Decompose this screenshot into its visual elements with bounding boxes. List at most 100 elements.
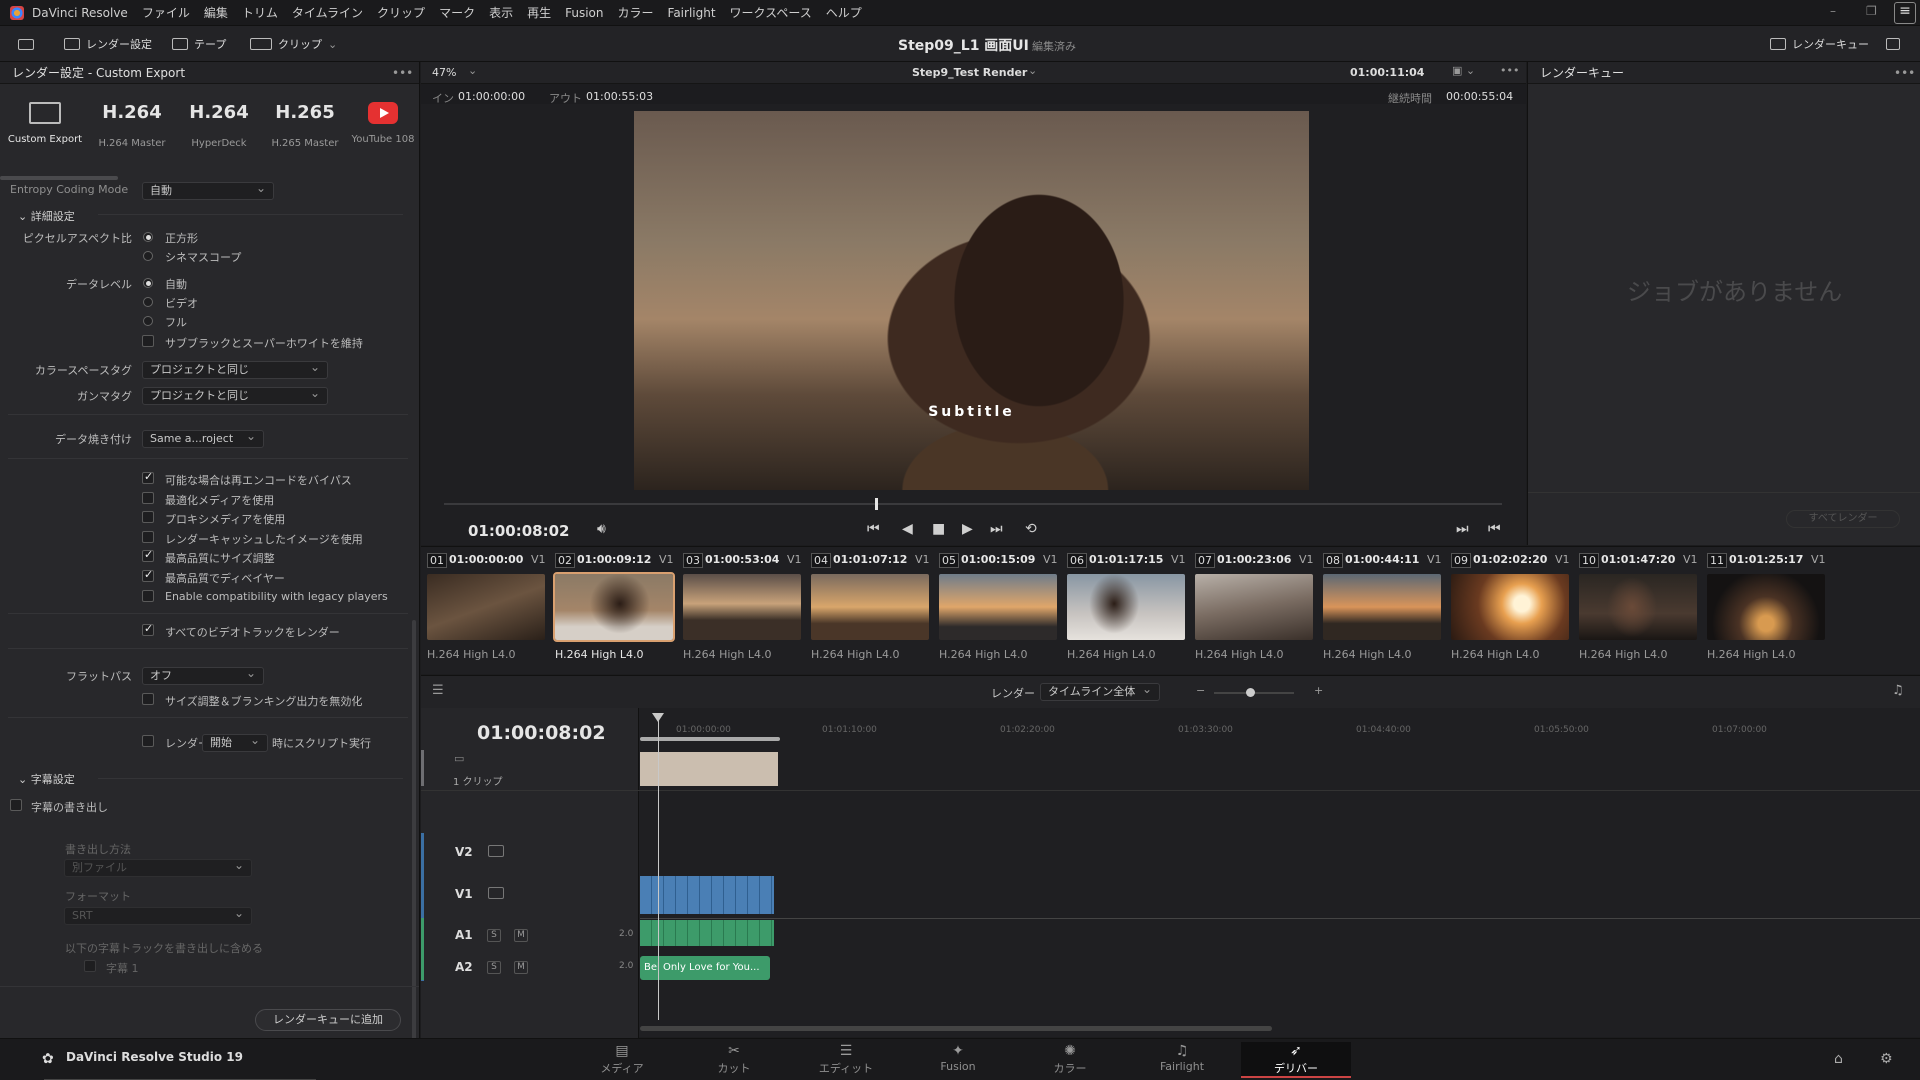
nav-fairlight[interactable]: ♫ Fairlight bbox=[1127, 1042, 1237, 1078]
export-subtitle-checkbox[interactable] bbox=[10, 799, 22, 811]
render-all-button[interactable]: すべてレンダー bbox=[1786, 510, 1900, 528]
entropy-dropdown[interactable]: 自動 bbox=[142, 182, 274, 200]
clip-thumbnail[interactable]: 10 01:01:47:20 V1 H.264 High L4.0 bbox=[1573, 547, 1698, 673]
chevron-down-icon[interactable]: ⌄ bbox=[1028, 64, 1037, 77]
go-to-start-icon[interactable]: ⏮ bbox=[867, 521, 880, 537]
go-to-end-icon[interactable]: ⏭ bbox=[990, 521, 1003, 537]
mute-button[interactable]: M bbox=[514, 961, 528, 974]
tape-button[interactable]: テープ bbox=[172, 34, 226, 54]
render-all-tracks-checkbox[interactable] bbox=[142, 622, 154, 636]
radio-full[interactable] bbox=[143, 316, 153, 326]
monitor-icon[interactable] bbox=[18, 34, 34, 54]
mark-in-icon[interactable]: ⏭ bbox=[1456, 521, 1469, 537]
audio-icon[interactable]: ♫ bbox=[1892, 683, 1904, 698]
nav-cut[interactable]: ✂ カット bbox=[679, 1042, 789, 1078]
mute-button[interactable]: M bbox=[514, 929, 528, 942]
menu-mark[interactable]: マーク bbox=[439, 4, 475, 21]
a1-clips[interactable] bbox=[640, 920, 774, 946]
menu-file[interactable]: ファイル bbox=[142, 4, 190, 21]
nav-edit[interactable]: ☰ エディット bbox=[791, 1042, 901, 1078]
gamma-tag-dropdown[interactable]: プロジェクトと同じ bbox=[142, 387, 328, 405]
panel-scrollbar[interactable] bbox=[412, 620, 416, 1038]
menu-playback[interactable]: 再生 bbox=[527, 4, 551, 21]
render-trigger-dropdown[interactable]: 開始 bbox=[202, 734, 268, 752]
timeline-name[interactable]: Step9_Test Render bbox=[912, 66, 1027, 79]
advanced-section-header[interactable]: ⌄ 詳細設定 bbox=[18, 208, 75, 224]
playhead[interactable] bbox=[658, 715, 659, 1020]
preset-youtube[interactable]: YouTube 108 bbox=[348, 98, 418, 145]
proxy-media-checkbox[interactable] bbox=[142, 511, 154, 523]
subtitle-track-clip[interactable] bbox=[640, 752, 778, 786]
export-method-dropdown[interactable]: 別ファイル bbox=[64, 859, 252, 877]
timeline-scrollbar[interactable] bbox=[640, 1026, 1272, 1031]
loop-icon[interactable]: ⟲ bbox=[1025, 521, 1037, 537]
clip-thumbnail[interactable]: 07 01:00:23:06 V1 H.264 High L4.0 bbox=[1189, 547, 1314, 673]
subtitle-track-checkbox[interactable] bbox=[84, 960, 96, 972]
render-scope-dropdown[interactable]: タイムライン全体 bbox=[1040, 683, 1160, 701]
preset-custom-export[interactable]: Custom Export bbox=[2, 98, 88, 145]
play-icon[interactable]: ▶ bbox=[962, 521, 973, 537]
restore-icon[interactable]: ❐ bbox=[1866, 4, 1877, 18]
radio-auto[interactable] bbox=[143, 278, 153, 288]
timeline-options-icon[interactable]: ☰ bbox=[432, 683, 444, 698]
nav-deliver[interactable]: ➶ デリバー bbox=[1241, 1042, 1351, 1078]
clip-thumbnail[interactable]: 03 01:00:53:04 V1 H.264 High L4.0 bbox=[677, 547, 802, 673]
menu-fairlight[interactable]: Fairlight bbox=[668, 6, 716, 20]
menu-app-name[interactable]: DaVinci Resolve bbox=[32, 6, 128, 20]
menu-edit[interactable]: 編集 bbox=[204, 4, 228, 21]
bypass-reencode-checkbox[interactable] bbox=[142, 470, 154, 484]
video-preview[interactable]: Subtitle bbox=[634, 111, 1309, 490]
volume-icon[interactable]: 🔊︎ bbox=[597, 521, 606, 537]
script-checkbox[interactable] bbox=[142, 735, 154, 747]
menu-workspace[interactable]: ワークスペース bbox=[730, 4, 812, 21]
clip-thumbnail[interactable]: 04 01:01:07:12 V1 H.264 High L4.0 bbox=[805, 547, 930, 673]
disable-sizing-checkbox[interactable] bbox=[142, 693, 154, 705]
scrubber-playhead[interactable] bbox=[875, 498, 878, 510]
menu-timeline[interactable]: タイムライン bbox=[292, 4, 363, 21]
legacy-players-checkbox[interactable] bbox=[142, 590, 154, 602]
optimized-media-checkbox[interactable] bbox=[142, 492, 154, 504]
preset-h265-master[interactable]: H.265 H.265 Master bbox=[262, 98, 348, 149]
clip-thumbnail[interactable]: 09 01:02:02:20 V1 H.264 High L4.0 bbox=[1445, 547, 1570, 673]
more-options-icon[interactable]: ••• bbox=[392, 66, 413, 80]
add-to-render-queue-button[interactable]: レンダーキューに追加 bbox=[255, 1009, 401, 1031]
menu-clip[interactable]: クリップ bbox=[377, 4, 425, 21]
panel-toggle-icon[interactable] bbox=[1886, 34, 1900, 54]
solo-button[interactable]: S bbox=[487, 929, 501, 942]
color-space-tag-dropdown[interactable]: プロジェクトと同じ bbox=[142, 361, 328, 379]
track-v2-toggle-icon[interactable] bbox=[488, 845, 504, 857]
in-out-range[interactable] bbox=[640, 737, 780, 741]
v1-clips[interactable] bbox=[640, 876, 774, 914]
radio-video[interactable] bbox=[143, 297, 153, 307]
clip-thumbnail[interactable]: 06 01:01:17:15 V1 H.264 High L4.0 bbox=[1061, 547, 1186, 673]
reverse-play-icon[interactable]: ◀ bbox=[902, 521, 913, 537]
viewer-options-icon[interactable]: ▣ ⌄ bbox=[1452, 64, 1475, 77]
menu-fusion[interactable]: Fusion bbox=[565, 6, 603, 20]
format-dropdown[interactable]: SRT bbox=[64, 907, 252, 925]
clip-button[interactable]: クリップ ⌄ bbox=[250, 34, 337, 54]
zoom-level[interactable]: 47% bbox=[432, 66, 456, 79]
track-v1-toggle-icon[interactable] bbox=[488, 887, 504, 899]
nav-fusion[interactable]: ✦ Fusion bbox=[903, 1042, 1013, 1078]
preset-hyperdeck[interactable]: H.264 HyperDeck bbox=[176, 98, 262, 149]
best-resize-checkbox[interactable] bbox=[142, 548, 154, 562]
minimize-icon[interactable]: – bbox=[1830, 4, 1836, 18]
zoom-slider-handle[interactable] bbox=[1246, 688, 1255, 697]
home-icon[interactable]: ⌂ bbox=[1834, 1051, 1843, 1067]
nav-media[interactable]: ▤ メディア bbox=[567, 1042, 677, 1078]
render-settings-button[interactable]: レンダー設定 bbox=[64, 34, 152, 54]
radio-square[interactable] bbox=[143, 232, 153, 242]
retain-sub-black-checkbox[interactable] bbox=[142, 335, 154, 347]
clip-thumbnail[interactable]: 01 01:00:00:00 V1 H.264 High L4.0 bbox=[421, 547, 546, 673]
stop-icon[interactable]: ■ bbox=[932, 521, 945, 537]
more-options-icon[interactable]: ••• bbox=[1894, 66, 1915, 80]
more-options-icon[interactable]: ••• bbox=[1500, 64, 1519, 77]
clip-thumbnail[interactable]: 05 01:00:15:09 V1 H.264 High L4.0 bbox=[933, 547, 1058, 673]
best-debayer-checkbox[interactable] bbox=[142, 568, 154, 582]
clip-thumbnail[interactable]: 08 01:00:44:11 V1 H.264 High L4.0 bbox=[1317, 547, 1442, 673]
menu-help[interactable]: ヘルプ bbox=[826, 4, 862, 21]
clip-thumbnail[interactable]: 02 01:00:09:12 V1 H.264 High L4.0 bbox=[549, 547, 675, 673]
render-queue-button[interactable]: レンダーキュー bbox=[1770, 34, 1869, 54]
data-burn-dropdown[interactable]: Same a...roject bbox=[142, 430, 264, 448]
mark-out-icon[interactable]: ⏮ bbox=[1488, 521, 1501, 537]
